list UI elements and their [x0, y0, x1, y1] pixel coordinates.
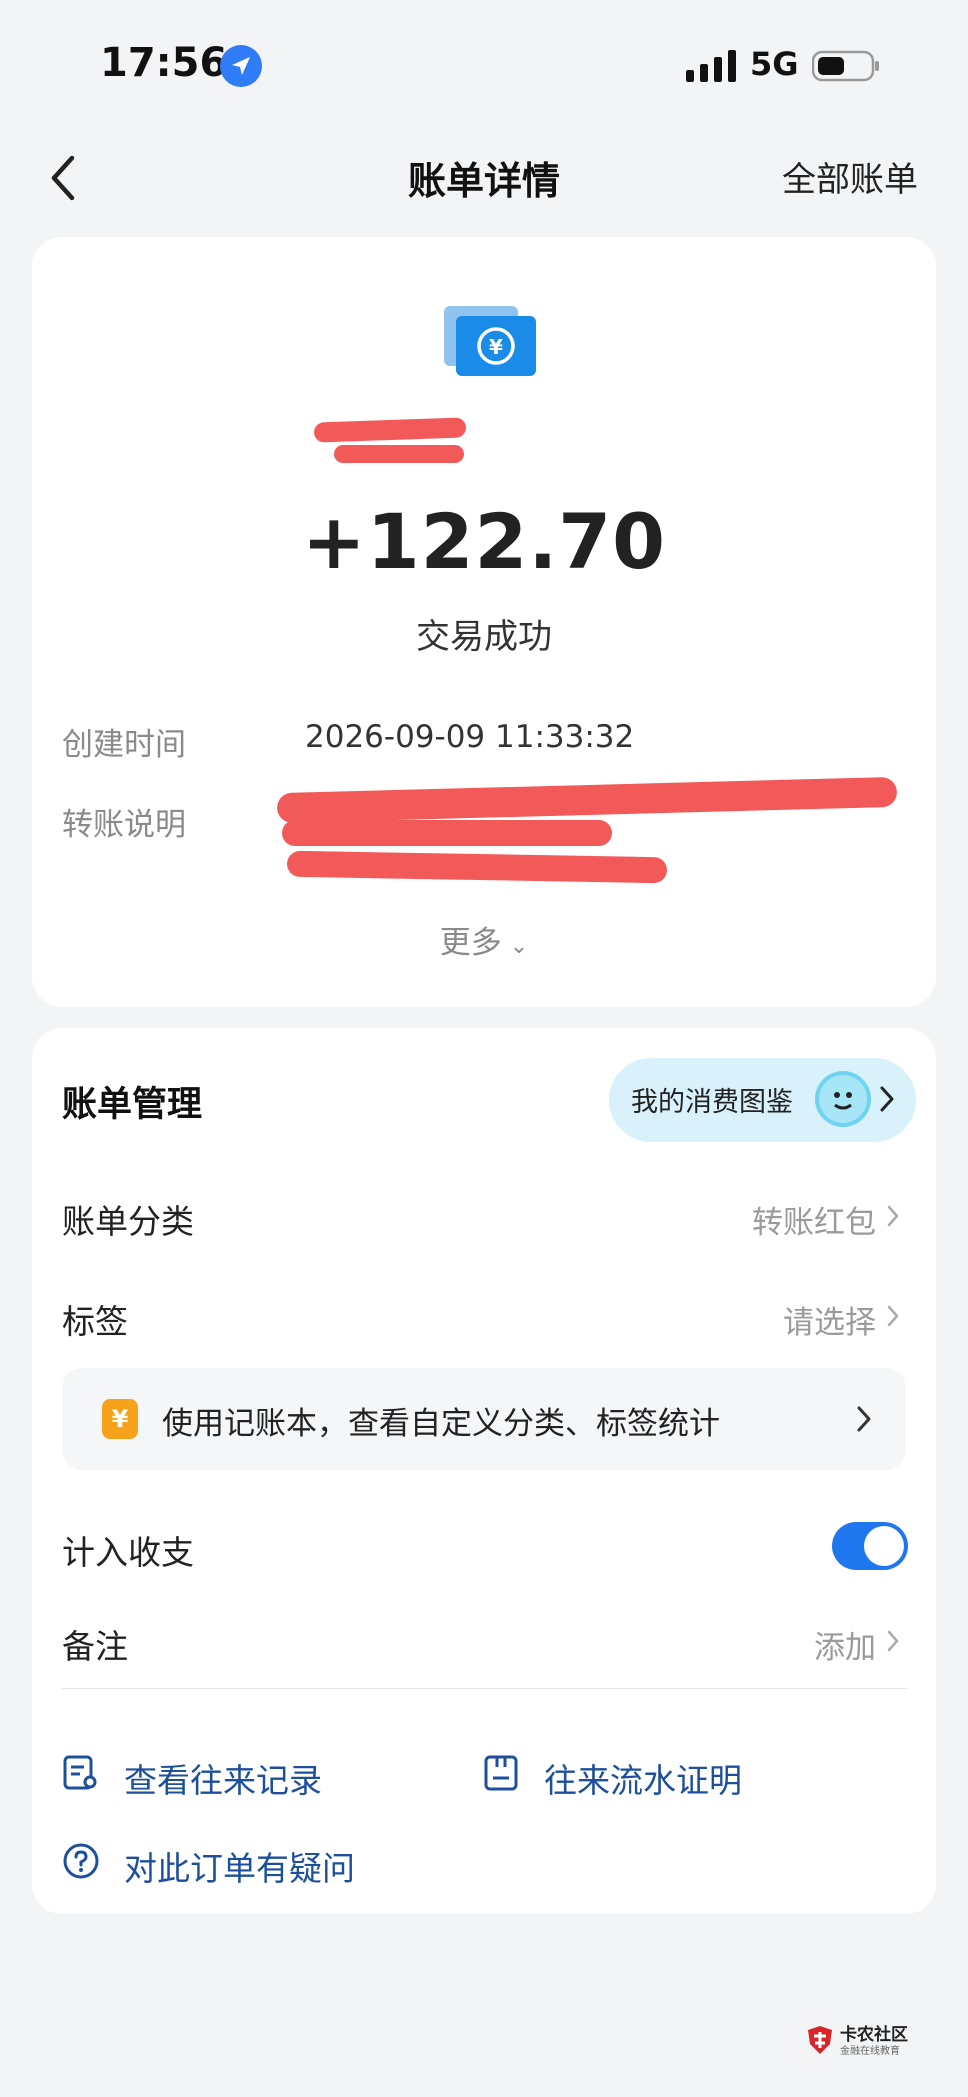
pill-label: 我的消费图鉴	[631, 1087, 793, 1118]
cellular-signal-icon	[686, 50, 736, 82]
toggle-knob	[864, 1526, 904, 1566]
navigation-bar: 账单详情 全部账单	[0, 130, 968, 230]
location-arrow-icon	[220, 45, 262, 87]
battery-icon	[812, 50, 879, 82]
kanong-logo-icon	[808, 2026, 832, 2054]
transaction-amount: +122.70	[302, 497, 666, 586]
ledger-yuan-icon: ¥	[102, 1399, 138, 1439]
status-time: 17:56	[100, 40, 228, 86]
created-time-value: 2026-09-09 11:33:32	[305, 719, 635, 755]
chevron-right-icon	[887, 1630, 899, 1652]
chevron-right-icon	[857, 1406, 871, 1432]
ledger-promo-text: 使用记账本，查看自定义分类、标签统计	[162, 1406, 720, 1442]
chevron-right-icon	[887, 1205, 899, 1227]
transfer-note-label: 转账说明	[62, 807, 186, 843]
mascot-icon	[815, 1071, 871, 1127]
order-question-text: 对此订单有疑问	[124, 1849, 355, 1888]
chevron-right-icon	[880, 1086, 894, 1112]
more-toggle[interactable]: 更多 ⌄	[32, 917, 936, 962]
status-bar: 17:56 5G	[0, 0, 968, 130]
created-time-label: 创建时间	[62, 727, 186, 763]
bill-category-value: 转账红包	[752, 1205, 876, 1241]
note-value: 添加	[814, 1630, 876, 1666]
certificate-icon	[484, 1755, 518, 1791]
tag-label: 标签	[62, 1302, 128, 1341]
watermark-subtitle: 金融在线教育	[840, 2046, 900, 2057]
redacted-transfer-note	[276, 776, 898, 824]
consumption-gallery-button[interactable]: 我的消费图鉴	[609, 1058, 916, 1142]
question-circle-icon	[63, 1843, 99, 1879]
svg-text:¥: ¥	[489, 335, 503, 359]
chevron-right-icon	[887, 1305, 899, 1327]
community-watermark: 卡农社区 金融在线教育	[804, 2020, 934, 2062]
note-label: 备注	[62, 1627, 128, 1666]
more-label: 更多	[439, 925, 502, 961]
include-in-stats-label: 计入收支	[62, 1533, 194, 1572]
divider	[62, 1688, 908, 1689]
ledger-promo-banner[interactable]: ¥ 使用记账本，查看自定义分类、标签统计	[62, 1368, 906, 1470]
redacted-name	[334, 445, 464, 463]
bill-category-label: 账单分类	[62, 1202, 194, 1241]
redacted-transfer-note	[286, 850, 668, 884]
tag-value: 请选择	[783, 1305, 876, 1341]
chevron-down-icon: ⌄	[509, 934, 529, 959]
transaction-summary-card: ¥ +122.70 交易成功 创建时间 2026-09-09 11:33:32 …	[32, 237, 936, 1007]
transaction-proof-text: 往来流水证明	[544, 1761, 742, 1800]
bill-management-card: 账单管理 我的消费图鉴 账单分类 转账红包 标签 请选择 ¥ 使用记账本，查看自…	[32, 1028, 936, 1914]
view-records-text: 查看往来记录	[124, 1761, 322, 1800]
section-title: 账单管理	[62, 1085, 203, 1125]
redacted-name	[313, 417, 467, 443]
network-type: 5G	[750, 45, 799, 83]
all-bills-button[interactable]: 全部账单	[782, 152, 918, 201]
redacted-transfer-note	[282, 820, 612, 846]
transfer-icon: ¥	[444, 306, 536, 376]
document-search-icon	[63, 1755, 97, 1790]
include-in-stats-toggle[interactable]	[832, 1522, 908, 1570]
transaction-status: 交易成功	[416, 617, 552, 657]
